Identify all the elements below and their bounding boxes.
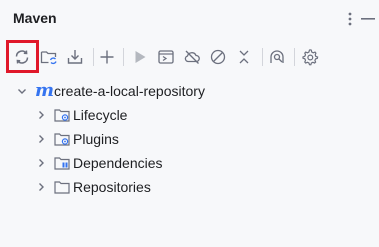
tree-node-lifecycle[interactable]: Lifecycle <box>0 104 379 126</box>
tree-root-project[interactable]: m create-a-local-repository <box>0 80 379 102</box>
maven-m-icon: m <box>35 80 55 101</box>
cloud-off-icon <box>184 50 200 64</box>
node-label: Repositories <box>73 179 151 195</box>
tree-node-repositories[interactable]: Repositories <box>0 176 379 198</box>
skip-tests-icon <box>210 49 226 65</box>
tree-node-plugins[interactable]: Plugins <box>0 128 379 150</box>
toolbar-separator <box>262 48 263 66</box>
toolbar-separator <box>294 48 295 66</box>
maven-tool-window: Maven m create-a-local-repository Lifecy… <box>0 0 379 247</box>
highlight-box <box>6 40 39 73</box>
tool-window-title: Maven <box>13 10 57 26</box>
chevron-right-icon[interactable] <box>34 180 48 194</box>
download-icon <box>67 50 83 64</box>
run-icon <box>135 51 146 63</box>
chevron-right-icon[interactable] <box>34 132 48 146</box>
chevron-right-icon[interactable] <box>34 108 48 122</box>
folder-library-icon <box>54 157 70 170</box>
folder-gear-icon <box>54 133 70 146</box>
add-maven-project-button[interactable] <box>95 45 119 69</box>
toolbar-separator <box>93 48 94 66</box>
vertical-ellipsis-icon <box>348 12 352 26</box>
node-label: Dependencies <box>73 155 163 171</box>
chevron-down-icon[interactable] <box>15 84 29 98</box>
hide-button[interactable] <box>358 9 378 29</box>
generate-sources-button[interactable] <box>37 45 61 69</box>
maven-settings-button[interactable] <box>298 45 322 69</box>
more-options-button[interactable] <box>340 9 360 29</box>
tree-node-dependencies[interactable]: Dependencies <box>0 152 379 174</box>
execute-maven-goal-button[interactable] <box>154 45 178 69</box>
node-label: Lifecycle <box>73 107 128 123</box>
run-maven-build-button[interactable] <box>128 45 152 69</box>
tool-window-header: Maven <box>0 0 379 38</box>
minimize-icon <box>361 18 375 20</box>
folder-refresh-icon <box>40 51 57 65</box>
download-sources-button[interactable] <box>63 45 87 69</box>
chevron-right-icon[interactable] <box>34 156 48 170</box>
node-label: Plugins <box>73 131 119 147</box>
gear-icon <box>302 49 319 66</box>
project-label: create-a-local-repository <box>54 83 205 99</box>
collapse-icon <box>239 50 249 64</box>
toggle-offline-mode-button[interactable] <box>180 45 204 69</box>
toggle-skip-tests-button[interactable] <box>206 45 230 69</box>
folder-gear-icon <box>54 109 70 122</box>
plus-icon <box>100 50 114 64</box>
folder-icon <box>54 181 70 194</box>
toolbar-separator <box>123 48 124 66</box>
maven-toolbar <box>0 40 379 74</box>
collapse-all-button[interactable] <box>232 45 256 69</box>
terminal-window-icon <box>158 50 174 64</box>
dependency-analyzer-icon <box>270 50 284 63</box>
analyze-dependencies-button[interactable] <box>265 45 289 69</box>
